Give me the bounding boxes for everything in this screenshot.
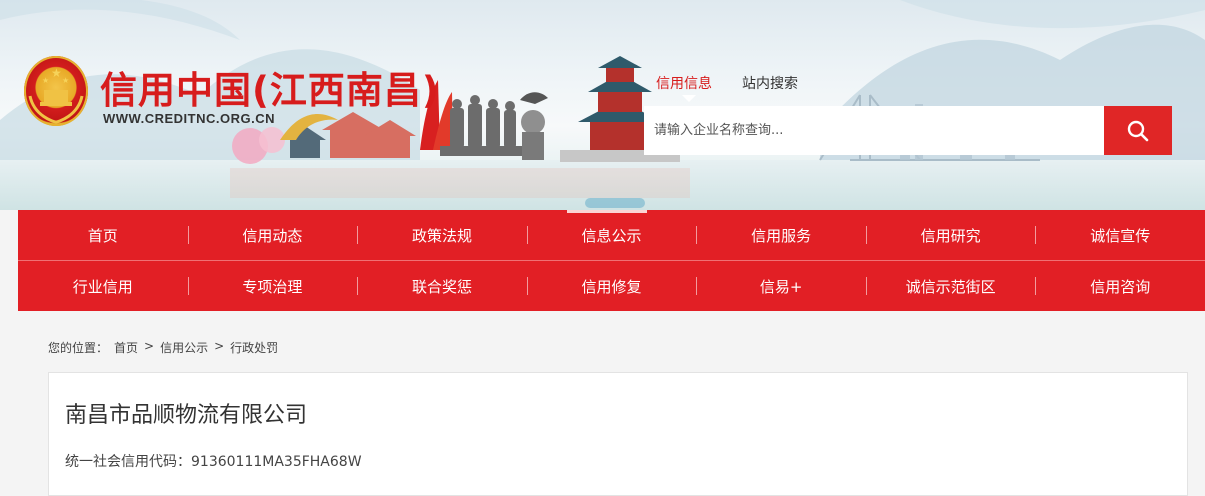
nav-item-special-governance[interactable]: 专项治理 [187, 261, 358, 311]
site-url: WWW.CREDITNC.ORG.CN [103, 111, 275, 126]
nav-item-credit-research[interactable]: 信用研究 [865, 210, 1036, 260]
nav-item-credit-repair[interactable]: 信用修复 [526, 261, 697, 311]
main-navigation: 首页 信用动态 政策法规 信息公示 信用服务 信用研究 诚信宣传 行业信用 专项… [18, 210, 1205, 311]
search-tab-credit-info[interactable]: 信用信息 [656, 73, 712, 102]
breadcrumb-credit-disclosure[interactable]: 信用公示 [160, 339, 208, 356]
company-name: 南昌市品顺物流有限公司 [65, 403, 308, 428]
breadcrumb-home[interactable]: 首页 [114, 339, 138, 356]
search-input[interactable] [644, 106, 1104, 155]
breadcrumb: 您的位置： 首页 > 信用公示 > 行政处罚 [48, 339, 278, 356]
national-emblem-icon: ★ ★ ★ [24, 56, 88, 126]
nav-item-xinyi-plus[interactable]: 信易+ [696, 261, 866, 311]
nav-item-credit-services[interactable]: 信用服务 [696, 210, 866, 260]
nav-item-home[interactable]: 首页 [18, 210, 188, 260]
breadcrumb-current: 行政处罚 [230, 341, 279, 355]
nav-item-credit-consulting[interactable]: 信用咨询 [1035, 261, 1205, 311]
nav-item-industry-credit[interactable]: 行业信用 [18, 261, 188, 311]
search-tab-site-search[interactable]: 站内搜索 [742, 73, 798, 93]
breadcrumb-separator: > [144, 339, 155, 353]
nav-item-info-disclosure[interactable]: 信息公示 [526, 210, 697, 260]
breadcrumb-prefix: 您的位置： [48, 341, 109, 355]
search-tabs: 信用信息 站内搜索 [656, 73, 798, 102]
site-title: 信用中国(江西南昌) [100, 69, 440, 112]
search-button[interactable] [1104, 106, 1172, 155]
nav-item-joint-rewards-punishments[interactable]: 联合奖惩 [357, 261, 527, 311]
company-card: 南昌市品顺物流有限公司 统一社会信用代码：91360111MA35FHA68W [48, 372, 1188, 496]
nav-item-integrity-promotion[interactable]: 诚信宣传 [1035, 210, 1205, 260]
nav-row-secondary: 行业信用 专项治理 联合奖惩 信用修复 信易+ 诚信示范街区 信用咨询 [18, 261, 1205, 311]
nav-item-credit-news[interactable]: 信用动态 [187, 210, 358, 260]
nav-row-primary: 首页 信用动态 政策法规 信息公示 信用服务 信用研究 诚信宣传 [18, 210, 1205, 260]
nav-item-policies[interactable]: 政策法规 [357, 210, 527, 260]
nav-item-integrity-street[interactable]: 诚信示范街区 [865, 261, 1036, 311]
credit-code-row: 统一社会信用代码：91360111MA35FHA68W [65, 451, 362, 471]
breadcrumb-separator: > [214, 339, 225, 353]
header-banner: ★ ★ ★ 信用中国(江西南昌) WWW.CREDITNC.ORG.CN 信用信… [0, 0, 1205, 210]
credit-code-label: 统一社会信用代码： [65, 454, 191, 470]
credit-code-value: 91360111MA35FHA68W [191, 454, 362, 470]
search-icon [1127, 120, 1149, 141]
